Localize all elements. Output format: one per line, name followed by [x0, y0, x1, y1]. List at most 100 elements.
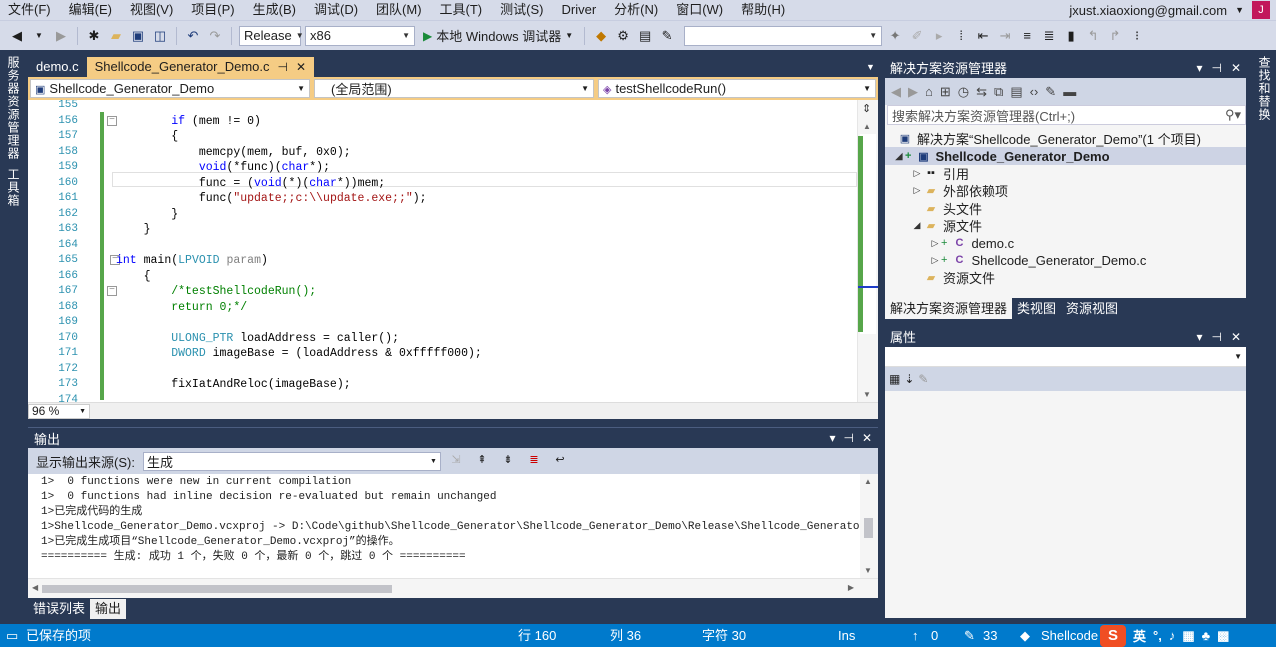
word-wrap-icon[interactable]: ↩ — [552, 453, 568, 469]
collapse-all-icon[interactable]: ⧉ — [994, 84, 1003, 100]
solution-search-input[interactable]: 搜索解决方案资源管理器(Ctrl+;) ⚲▾ — [887, 105, 1246, 125]
menu-help[interactable]: 帮助(H) — [732, 0, 794, 20]
expand-icon[interactable]: ▷ — [929, 238, 941, 249]
tree-item-project[interactable]: ◢ + ▣ Shellcode_Generator_Demo — [885, 147, 1246, 165]
debug-icon[interactable]: ✦ — [886, 27, 904, 45]
close-icon[interactable]: ✕ — [296, 57, 306, 77]
project-combo[interactable]: ▣ Shellcode_Generator_Demo ▼ — [30, 79, 310, 98]
menu-test[interactable]: 测试(S) — [491, 0, 552, 20]
bookmark-icon[interactable]: ▮ — [1062, 27, 1080, 45]
attach-process-icon[interactable]: ⚙ — [614, 27, 632, 45]
properties-object-select[interactable]: ▼ — [885, 347, 1246, 367]
scroll-down-icon[interactable]: ▼ — [863, 390, 871, 399]
menu-edit[interactable]: 编辑(E) — [60, 0, 121, 20]
branch-icon[interactable]: ◆ — [1020, 624, 1030, 647]
show-all-files-icon[interactable]: ▤ — [1010, 84, 1022, 100]
code-editor[interactable]: 155 156 157 158 159 160 161 162 163 164 … — [28, 100, 878, 402]
menu-debug[interactable]: 调试(D) — [305, 0, 367, 20]
uncomment-lines-icon[interactable]: ≣ — [1040, 27, 1058, 45]
window-menu-icon[interactable]: ▾ — [829, 431, 835, 445]
tree-item-header-files[interactable]: ▰ 头文件 — [885, 200, 1246, 217]
menu-project[interactable]: 项目(P) — [182, 0, 243, 20]
split-icon[interactable]: ⇕ — [862, 102, 871, 115]
sogou-logo-icon[interactable]: S — [1100, 624, 1126, 647]
menu-tools[interactable]: 工具(T) — [431, 0, 492, 20]
expand-icon[interactable]: ▷ — [929, 255, 941, 266]
status-up-count[interactable]: 0 — [931, 624, 938, 647]
clear-all-icon[interactable]: ≣ — [526, 453, 542, 469]
scroll-up-icon[interactable]: ▲ — [864, 477, 872, 486]
editor-vertical-scrollbar[interactable]: ⇕ ▲ ▼ — [857, 100, 878, 402]
scrollbar-thumb[interactable] — [864, 518, 873, 538]
scrollbar-thumb[interactable] — [42, 585, 392, 593]
toolbox-icon[interactable]: ▩ — [1217, 628, 1229, 644]
platform-select[interactable]: x86 ▼ — [305, 25, 415, 46]
zoom-select[interactable]: 96 % ▼ — [28, 403, 90, 419]
scroll-left-icon[interactable]: ◀ — [32, 583, 38, 592]
outdent-icon[interactable]: ⇥ — [996, 27, 1014, 45]
scroll-down-icon[interactable]: ▼ — [864, 566, 872, 575]
properties-icon[interactable]: ✎ — [658, 27, 676, 45]
scroll-up-icon[interactable]: ▲ — [863, 122, 871, 131]
save-icon[interactable]: ▣ — [129, 27, 147, 45]
menu-window[interactable]: 窗口(W) — [667, 0, 732, 20]
tree-item-solution[interactable]: ▣ 解决方案“Shellcode_Generator_Demo”(1 个项目) — [885, 130, 1246, 147]
output-text[interactable]: 1> 0 functions were new in current compi… — [28, 474, 860, 578]
tree-item-external-dependencies[interactable]: ▷ ▰ 外部依赖项 — [885, 182, 1246, 199]
comment-lines-icon[interactable]: ≡ — [1018, 27, 1036, 45]
next-message-icon[interactable]: ⇟ — [500, 453, 516, 469]
alphabetical-icon[interactable]: ⇣ — [904, 372, 914, 386]
categorized-icon[interactable]: ▦ — [889, 372, 900, 386]
tree-item-shellcode-generator-demo-c[interactable]: ▷ + C Shellcode_Generator_Demo.c — [885, 252, 1246, 269]
tree-item-references[interactable]: ▷ ▪▪ 引用 — [885, 165, 1246, 182]
new-project-icon[interactable]: ✱ — [85, 27, 103, 45]
find-replace-tab[interactable]: 查找和替换 — [1256, 56, 1273, 121]
member-combo[interactable]: ◈ testShellcodeRun() ▼ — [598, 79, 876, 98]
arrow-up-icon[interactable]: ↑ — [912, 624, 919, 647]
server-explorer-tab[interactable]: 服务器资源管理器 — [5, 56, 22, 160]
ime-language[interactable]: 英 — [1133, 626, 1146, 645]
menu-driver[interactable]: Driver — [552, 0, 605, 20]
prev-message-icon[interactable]: ⇞ — [474, 453, 490, 469]
redo-icon[interactable]: ↷ — [206, 27, 224, 45]
menu-file[interactable]: 文件(F) — [0, 0, 60, 20]
save-all-icon[interactable]: ◫ — [151, 27, 169, 45]
tab-list-dropdown-icon[interactable]: ▼ — [866, 62, 875, 72]
pending-changes-icon[interactable]: ◷ — [958, 84, 969, 100]
output-source-select[interactable]: 生成 ▼ — [142, 451, 441, 471]
pin-icon[interactable]: ⊣ — [1211, 330, 1221, 344]
close-icon[interactable]: ✕ — [1231, 61, 1241, 75]
undo-icon[interactable]: ↶ — [184, 27, 202, 45]
forward-icon[interactable]: ▶ — [908, 84, 918, 100]
start-debugging-button[interactable]: ▶ 本地 Windows 调试器 ▼ — [419, 26, 577, 45]
step-icon[interactable]: ▸ — [930, 27, 948, 45]
find-in-files-icon[interactable]: ◆ — [592, 27, 610, 45]
next-bookmark-icon[interactable]: ↱ — [1106, 27, 1124, 45]
preview-icon[interactable]: ▬ — [1063, 84, 1076, 99]
close-icon[interactable]: ✕ — [862, 431, 872, 445]
prev-bookmark-icon[interactable]: ↰ — [1084, 27, 1102, 45]
status-branch[interactable]: Shellcode — [1041, 624, 1098, 647]
tab-error-list[interactable]: 错误列表 — [28, 599, 90, 619]
edit-icon[interactable]: ✐ — [908, 27, 926, 45]
pencil-icon[interactable]: ✎ — [964, 624, 975, 647]
pin-icon[interactable]: ⊣ — [1211, 61, 1221, 75]
toolbar-overflow-icon[interactable]: ⁝ — [1128, 27, 1146, 45]
pin-icon[interactable]: ⊣ — [278, 57, 288, 77]
output-vertical-scrollbar[interactable]: ▲ ▼ — [860, 474, 878, 578]
menu-view[interactable]: 视图(V) — [121, 0, 182, 20]
output-horizontal-scrollbar[interactable]: ◀ ▶ — [28, 578, 878, 598]
tab-resource-view[interactable]: 资源视图 — [1061, 298, 1123, 319]
tab-output[interactable]: 输出 — [90, 599, 127, 619]
go-to-line-icon[interactable]: ⇲ — [448, 453, 464, 469]
expand-icon[interactable]: ◢ — [911, 220, 923, 231]
menu-team[interactable]: 团队(M) — [367, 0, 431, 20]
sync-icon[interactable]: ⇆ — [976, 84, 987, 100]
tree-item-source-files[interactable]: ◢ ▰ 源文件 — [885, 217, 1246, 234]
close-icon[interactable]: ✕ — [1231, 330, 1241, 344]
expand-icon[interactable]: ▷ — [911, 168, 923, 179]
wrench-icon[interactable]: ✎ — [1045, 84, 1056, 100]
skin-icon[interactable]: ♣ — [1202, 628, 1211, 643]
keyboard-icon[interactable]: ▦ — [1182, 628, 1194, 644]
back-icon[interactable]: ◀ — [8, 27, 26, 45]
